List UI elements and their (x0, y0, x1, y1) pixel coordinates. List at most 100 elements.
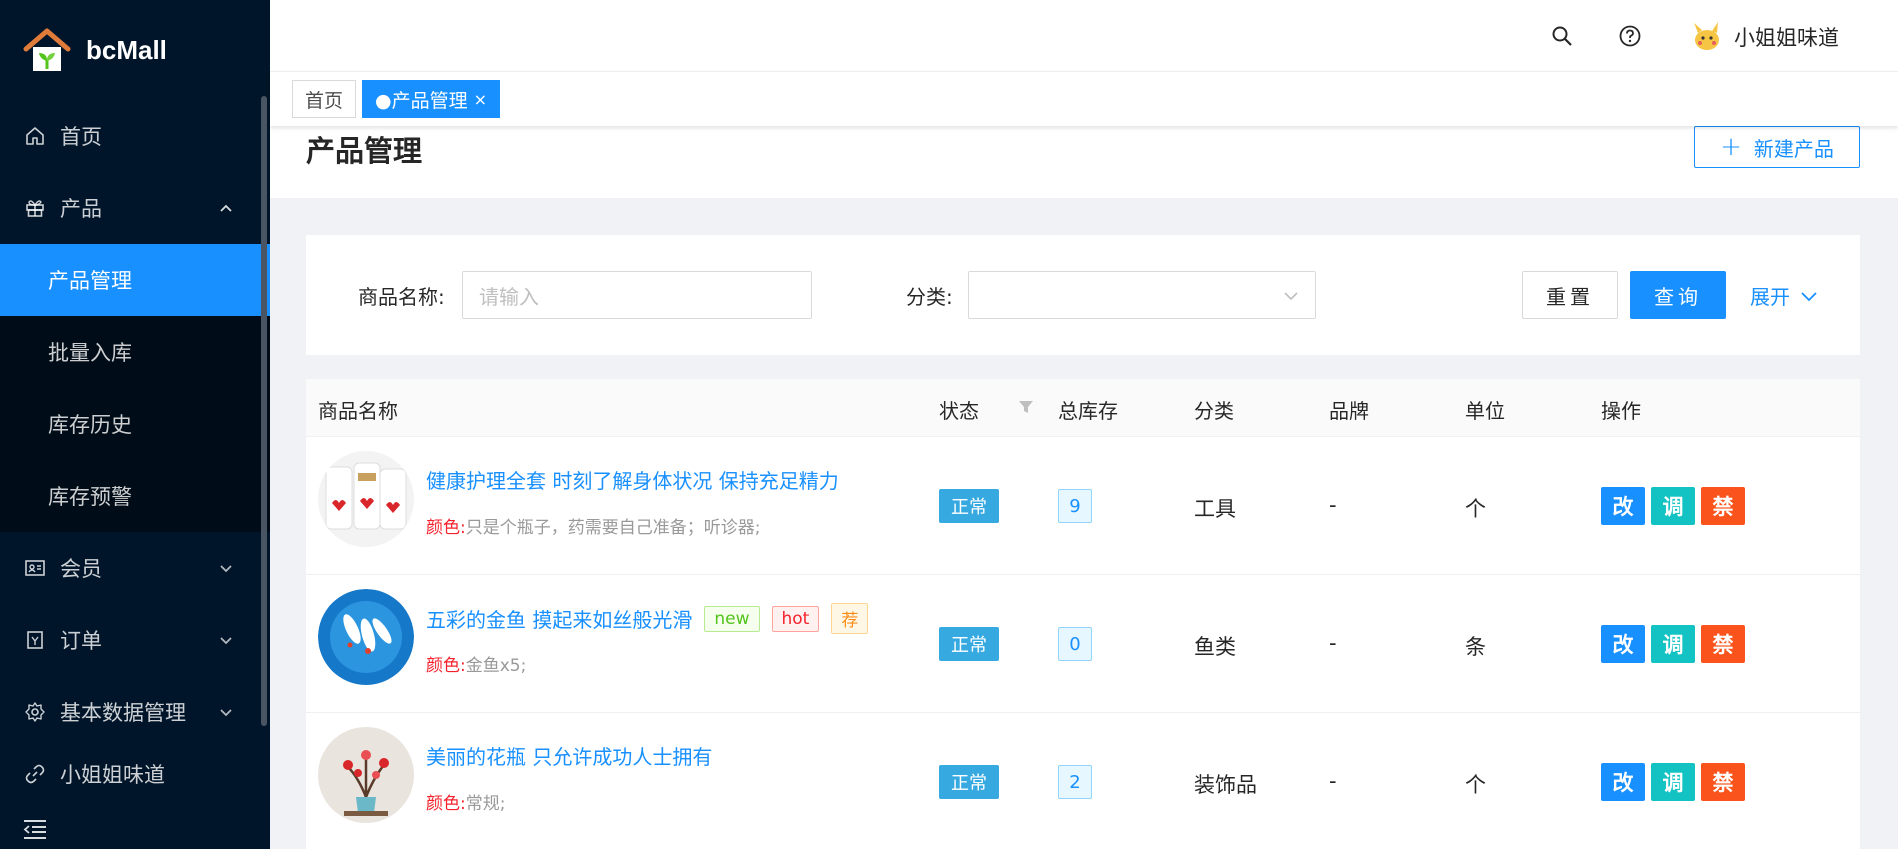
sidebar-item-stock-history[interactable]: 库存历史 (0, 388, 270, 460)
user-menu[interactable]: 小姐姐味道 (1688, 18, 1839, 56)
sidebar-item-label: 产品 (60, 197, 102, 221)
product-image-health-kit (318, 451, 414, 547)
color-key: 颜色: (426, 794, 466, 814)
product-name: 五彩的金鱼 摸起来如丝般光滑 (426, 608, 693, 632)
chevron-down-icon (220, 565, 232, 573)
brand-cell: - (1329, 631, 1337, 655)
edit-button[interactable]: 改 (1601, 763, 1645, 801)
sidebar-item-member[interactable]: 会员 (0, 532, 270, 604)
filter-icon[interactable] (1018, 399, 1034, 415)
top-header: 小姐姐味道 (270, 0, 1898, 72)
tab-close-icon[interactable]: × (474, 90, 487, 109)
tag-new: new (704, 605, 760, 632)
product-name-link[interactable]: 五彩的金鱼 摸起来如丝般光滑 new hot 荐 (426, 603, 869, 634)
expand-toggle[interactable]: 展开 (1750, 281, 1818, 310)
product-name: 美丽的花瓶 只允许成功人士拥有 (426, 745, 713, 769)
query-button[interactable]: 查询 (1630, 271, 1726, 319)
column-header: 商品名称 (318, 399, 398, 423)
link-icon (24, 763, 46, 785)
sidebar-item-label: 产品管理 (48, 269, 132, 293)
unit-cell: 个 (1465, 497, 1486, 521)
expand-label: 展开 (1750, 285, 1790, 309)
product-name-link[interactable]: 美丽的花瓶 只允许成功人士拥有 (426, 741, 712, 770)
edit-button[interactable]: 改 (1601, 625, 1645, 663)
sidebar-item-order[interactable]: 订单 (0, 604, 270, 676)
color-key: 颜色: (426, 518, 466, 538)
chevron-up-icon (220, 204, 232, 212)
column-header: 操作 (1601, 399, 1641, 423)
adjust-button[interactable]: 调 (1651, 487, 1695, 525)
product-name-link[interactable]: 健康护理全套 时刻了解身体状况 保持充足精力 (426, 465, 839, 494)
avatar (1688, 19, 1724, 55)
input-placeholder: 请输入 (479, 284, 539, 309)
product-name: 健康护理全套 时刻了解身体状况 保持充足精力 (426, 469, 839, 493)
sidebar-item-label: 订单 (60, 629, 102, 653)
chevron-down-icon (220, 637, 232, 645)
adjust-button[interactable]: 调 (1651, 763, 1695, 801)
status-badge: 正常 (939, 627, 999, 661)
column-header: 总库存 (1058, 399, 1118, 423)
tab-label: 首页 (305, 89, 344, 112)
product-name-input[interactable]: 请输入 (462, 271, 812, 319)
brand-cell: - (1329, 769, 1337, 793)
tab-home[interactable]: 首页 (292, 80, 357, 118)
username: 小姐姐味道 (1734, 26, 1839, 50)
menu-fold-icon[interactable] (22, 818, 48, 840)
stock-badge: 9 (1058, 489, 1092, 523)
product-color-spec: 颜色:金鱼x5; (426, 651, 526, 676)
sidebar-item-stock-alert[interactable]: 库存预警 (0, 460, 270, 532)
column-header: 状态 (939, 399, 979, 423)
gift-icon (24, 197, 46, 219)
sidebar: bcMall 首页 产品 产品管理 批量入库 库存历史 库存预警 会员 订单 基… (0, 0, 270, 849)
sidebar-item-external-link[interactable]: 小姐姐味道 (0, 748, 270, 800)
search-icon[interactable] (1550, 24, 1574, 48)
sidebar-item-label: 批量入库 (48, 341, 132, 365)
disable-button[interactable]: 禁 (1701, 763, 1745, 801)
disable-button[interactable]: 禁 (1701, 625, 1745, 663)
brand-cell: - (1329, 493, 1337, 517)
category-label: 分类: (906, 285, 953, 309)
tab-product-management[interactable]: ●产品管理 × (362, 80, 500, 118)
product-table: 商品名称 状态 总库存 分类 品牌 单位 操作 健康护理全套 时刻了解身体状况 … (306, 379, 1860, 849)
product-color-spec: 颜色:常规; (426, 789, 505, 814)
unit-cell: 个 (1465, 773, 1486, 797)
new-product-button[interactable]: + 新建产品 (1694, 126, 1860, 168)
app-name: bcMall (86, 34, 167, 65)
color-value: 金鱼x5; (465, 656, 527, 676)
sidebar-item-home[interactable]: 首页 (0, 100, 270, 172)
stock-badge: 2 (1058, 765, 1092, 799)
logo[interactable]: bcMall (0, 0, 270, 100)
page-tabs-bar: 首页 ●产品管理 × (270, 72, 1898, 126)
sidebar-item-product-management[interactable]: 产品管理 (0, 244, 270, 316)
setting-icon (24, 701, 46, 723)
table-row: 美丽的花瓶 只允许成功人士拥有 颜色:常规; 正常 2 装饰品 - 个 改 调 … (306, 713, 1860, 849)
product-image-vase (318, 727, 414, 823)
sidebar-scrollbar[interactable] (261, 96, 267, 726)
question-circle-icon[interactable] (1618, 24, 1642, 48)
category-cell: 工具 (1194, 497, 1236, 521)
stock-badge: 0 (1058, 627, 1092, 661)
sidebar-item-label: 基本数据管理 (60, 701, 186, 725)
category-select[interactable] (968, 271, 1316, 319)
reset-button[interactable]: 重置 (1522, 271, 1618, 319)
chevron-down-icon (220, 709, 232, 717)
table-row: 五彩的金鱼 摸起来如丝般光滑 new hot 荐 颜色:金鱼x5; 正常 0 鱼… (306, 575, 1860, 713)
status-badge: 正常 (939, 765, 999, 799)
sidebar-item-label: 小姐姐味道 (60, 763, 165, 787)
color-value: 只是个瓶子，药需要自己准备；听诊器; (465, 518, 761, 538)
category-cell: 装饰品 (1194, 773, 1257, 797)
disable-button[interactable]: 禁 (1701, 487, 1745, 525)
sidebar-item-product[interactable]: 产品 (0, 172, 270, 244)
chevron-down-icon (1284, 292, 1298, 301)
edit-button[interactable]: 改 (1601, 487, 1645, 525)
color-value: 常规; (465, 794, 506, 814)
sidebar-item-basic-data[interactable]: 基本数据管理 (0, 676, 270, 748)
logo-house-icon (23, 28, 71, 71)
sidebar-item-batch-stock-in[interactable]: 批量入库 (0, 316, 270, 388)
order-icon (24, 629, 46, 651)
home-icon (24, 125, 46, 147)
adjust-button[interactable]: 调 (1651, 625, 1695, 663)
sidebar-item-label: 库存历史 (48, 413, 132, 437)
sidebar-item-label: 会员 (60, 557, 102, 581)
product-submenu: 产品管理 批量入库 库存历史 库存预警 (0, 244, 270, 532)
